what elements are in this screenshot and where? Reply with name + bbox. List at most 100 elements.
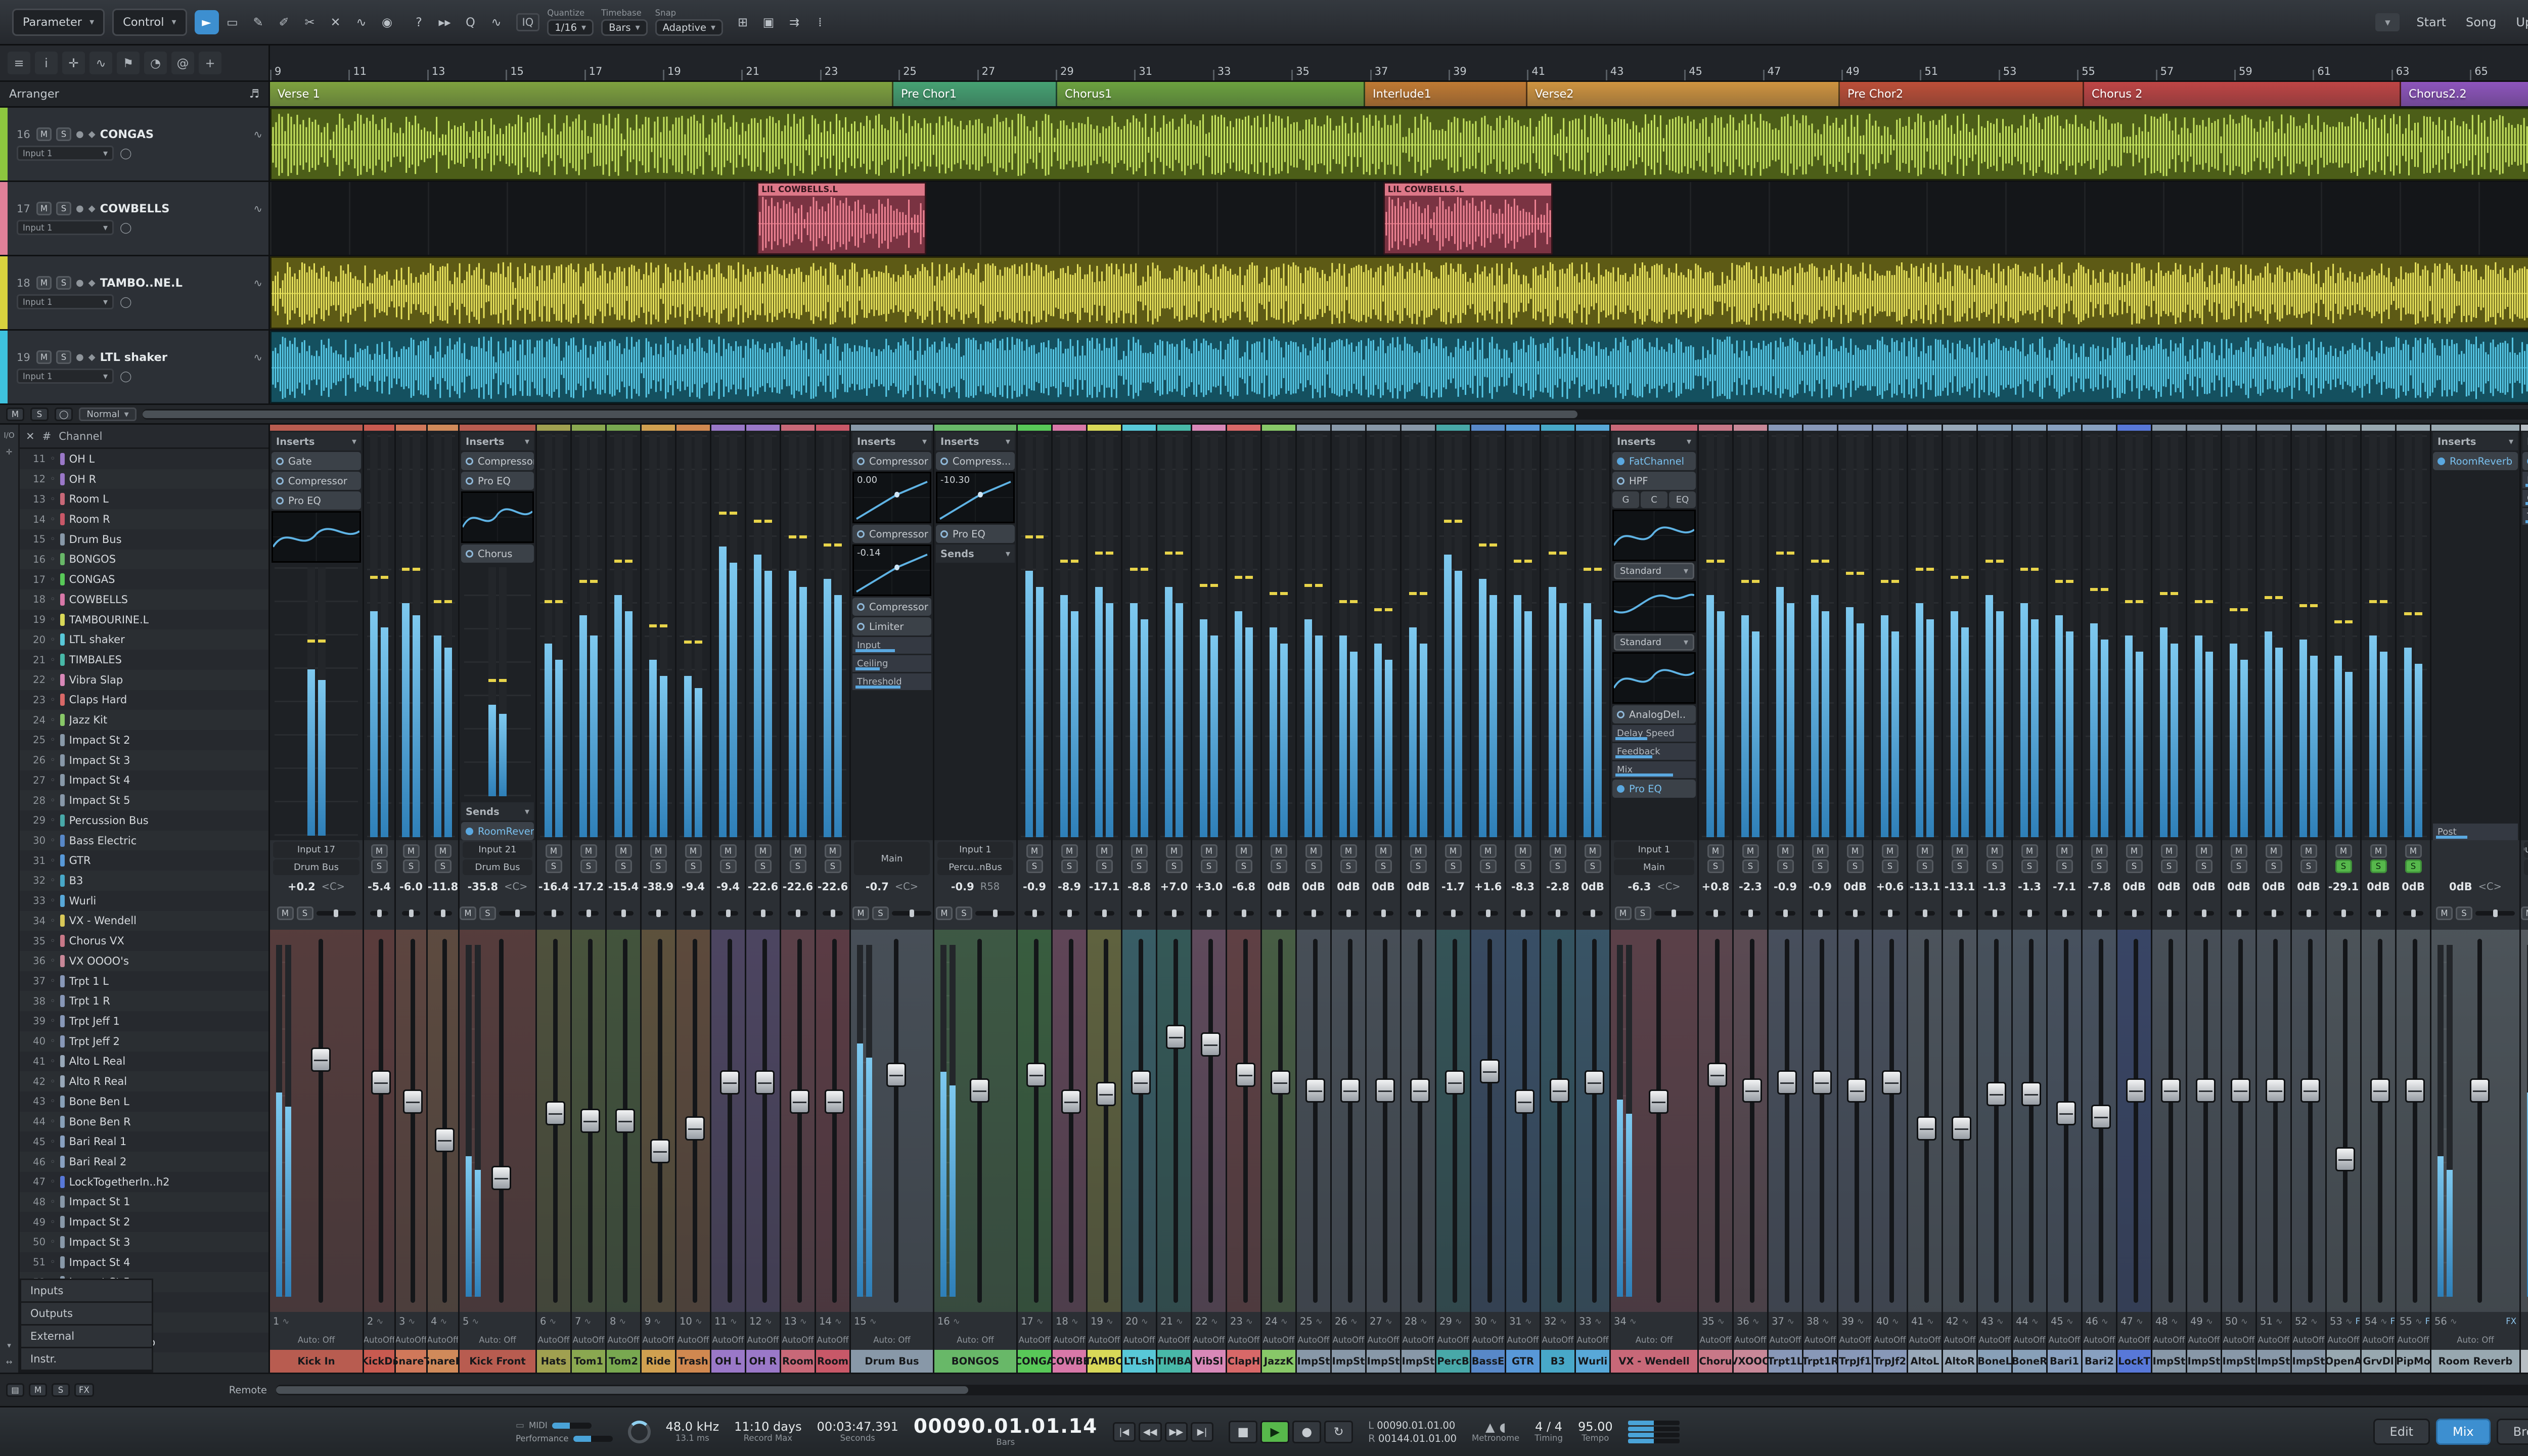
solo-button[interactable]: S	[56, 127, 71, 141]
fader-cap[interactable]	[2300, 1078, 2320, 1103]
strip-name[interactable]: Room Reverb	[2431, 1350, 2519, 1373]
mute-button[interactable]: M	[1026, 844, 1043, 858]
fader-cap[interactable]	[2405, 1078, 2425, 1103]
insert-item[interactable]: Pro EQ	[461, 472, 534, 490]
track-header[interactable]: 19 M S ● ◆ LTL shaker ∿ Input 1 ▾ ◯	[0, 331, 270, 403]
volume-value[interactable]: -29.1	[2328, 881, 2359, 893]
mute-button[interactable]: M	[1916, 844, 1933, 858]
automation-mode[interactable]: AutoOff	[2362, 1330, 2395, 1350]
insert-item[interactable]: Compressor	[852, 598, 931, 616]
param-row[interactable]: Feedback	[1612, 743, 1696, 760]
automation-mode[interactable]: AutoOff	[1803, 1330, 1837, 1350]
automation-mode[interactable]: AutoOff	[1018, 1330, 1051, 1350]
plugin-graph[interactable]	[272, 511, 361, 563]
volume-value[interactable]: 0dB	[1372, 881, 1395, 893]
mute-button[interactable]: M	[2436, 906, 2453, 920]
audio-clip[interactable]	[270, 256, 2528, 329]
automation-mode[interactable]: AutoOff	[572, 1330, 605, 1350]
swing-icon[interactable]: ∿	[484, 10, 509, 34]
solo-button[interactable]: S	[580, 859, 597, 873]
mute-button[interactable]: M	[1951, 844, 1968, 858]
volume-value[interactable]: -16.4	[538, 881, 569, 893]
insert-item[interactable]: RoomReverb	[461, 822, 534, 840]
fader-zone[interactable]	[676, 930, 710, 1312]
power-icon[interactable]	[2437, 457, 2445, 465]
strip-name[interactable]: Main	[2521, 1350, 2528, 1373]
volume-value[interactable]: -22.6	[748, 881, 779, 893]
fader-cap[interactable]	[491, 1166, 511, 1191]
channel-row[interactable]: 47 ◦ LockTogetherIn..h2	[20, 1172, 268, 1192]
loop-button[interactable]: ↻	[1324, 1420, 1353, 1443]
preset-select[interactable]: Standard ▾	[1614, 563, 1694, 579]
mixer-strip[interactable]: Inserts ▾ FatChannel HPF G C EQ Standard ▾ Standa…	[1611, 425, 1699, 1373]
solo-button[interactable]: S	[1270, 859, 1287, 873]
volume-icon[interactable]: ◖	[1500, 1421, 1506, 1434]
plugin-graph[interactable]: 0.00	[852, 472, 931, 523]
mute-button[interactable]: M	[36, 202, 52, 215]
volume-value[interactable]: 0dB	[2192, 881, 2216, 893]
record-arm-button[interactable]: ●	[76, 352, 84, 362]
preset-select[interactable]: Standard ▾	[1614, 634, 1694, 651]
channel-row[interactable]: 40 ◦ Trpt Jeff 2	[20, 1031, 268, 1052]
snap-frame-icon[interactable]: ▣	[756, 10, 781, 34]
volume-value[interactable]: -8.8	[1127, 881, 1151, 893]
automation-mode[interactable]: AutoOff	[428, 1330, 458, 1350]
fader-cap[interactable]	[1777, 1070, 1797, 1095]
volume-value[interactable]: -22.6	[818, 881, 848, 893]
mute-button[interactable]: M	[2370, 844, 2387, 858]
fader-cap[interactable]	[789, 1089, 809, 1114]
solo-button[interactable]: S	[824, 859, 841, 873]
volume-value[interactable]: 0dB	[2123, 881, 2146, 893]
solo-button[interactable]: S	[1777, 859, 1794, 873]
automation-mode[interactable]: AutoOff	[2083, 1330, 2116, 1350]
mute-button[interactable]: M	[1200, 844, 1217, 858]
automation-mode[interactable]: AutoOff	[746, 1330, 780, 1350]
insert-item[interactable]: Limiter	[852, 617, 931, 635]
channel-row[interactable]: 17 ◦ CONGAS	[20, 569, 268, 589]
insert-item[interactable]: Pro EQ	[272, 491, 361, 510]
fader-zone[interactable]	[537, 930, 570, 1312]
mixer-strip[interactable]: M S 0dB 39 ∿ AutoOff TrpJf1	[1838, 425, 1873, 1373]
mute-button[interactable]: M	[2300, 844, 2317, 858]
fader-zone[interactable]	[2222, 930, 2255, 1312]
fader-cap[interactable]	[2056, 1101, 2076, 1125]
strip-name[interactable]: Hats	[537, 1350, 570, 1373]
power-icon[interactable]	[1617, 457, 1624, 465]
monitor-button[interactable]: ◆	[88, 203, 96, 214]
list-icon[interactable]: ▤	[6, 1383, 24, 1397]
channel-row[interactable]: 30 ◦ Bass Electric	[20, 830, 268, 851]
insert-item[interactable]: RoomReverb	[2433, 452, 2518, 470]
mute-button[interactable]: M	[754, 844, 772, 858]
channel-row[interactable]: 22 ◦ Vibra Slap	[20, 669, 268, 690]
fader-zone[interactable]	[1157, 930, 1191, 1312]
mixer-strip[interactable]: M S 0dB 28 ∿ AutoOff ImpSt	[1402, 425, 1436, 1373]
channel-row[interactable]: 32 ◦ B3	[20, 871, 268, 891]
eq-tab[interactable]: EQ	[1669, 491, 1696, 508]
fader-cap[interactable]	[2265, 1078, 2285, 1103]
fader-zone[interactable]	[1122, 930, 1156, 1312]
pan-slider[interactable]	[718, 909, 738, 917]
strip-name[interactable]: KickDr	[364, 1350, 394, 1373]
channel-row[interactable]: 23 ◦ Claps Hard	[20, 690, 268, 710]
automation-mode[interactable]: AutoOff	[676, 1330, 710, 1350]
fast-forward-button[interactable]: ▶▶	[1164, 1422, 1188, 1442]
mixer-strip[interactable]: MS-6.03∿AutoOffSnareT	[396, 425, 428, 1373]
fx-filter-button[interactable]: FX	[74, 1383, 94, 1397]
solo-button[interactable]: S	[789, 859, 806, 873]
mute-button[interactable]: M	[2056, 844, 2073, 858]
pan-slider[interactable]	[1059, 909, 1079, 917]
mute-button[interactable]: M	[2126, 844, 2143, 858]
mute-button[interactable]: M	[1165, 844, 1183, 858]
control-dropdown[interactable]: Control ▾	[112, 8, 187, 36]
volume-value[interactable]: -0.7	[866, 881, 889, 893]
io-slot[interactable]: Input 1	[937, 842, 1013, 858]
automation-mode[interactable]: AutoOff	[2257, 1330, 2290, 1350]
io-slot[interactable]: Input 21	[463, 842, 532, 858]
fader-cap[interactable]	[1514, 1089, 1534, 1114]
mute-tool[interactable]: ✕	[324, 10, 348, 34]
volume-value[interactable]: -6.8	[1232, 881, 1255, 893]
pan-value[interactable]: <C>	[895, 881, 918, 892]
mixer-strip[interactable]: MS0dB54∿FXAutoOffGrvDl	[2362, 425, 2397, 1373]
pan-slider[interactable]	[788, 909, 808, 917]
solo-button[interactable]: S	[956, 906, 972, 920]
